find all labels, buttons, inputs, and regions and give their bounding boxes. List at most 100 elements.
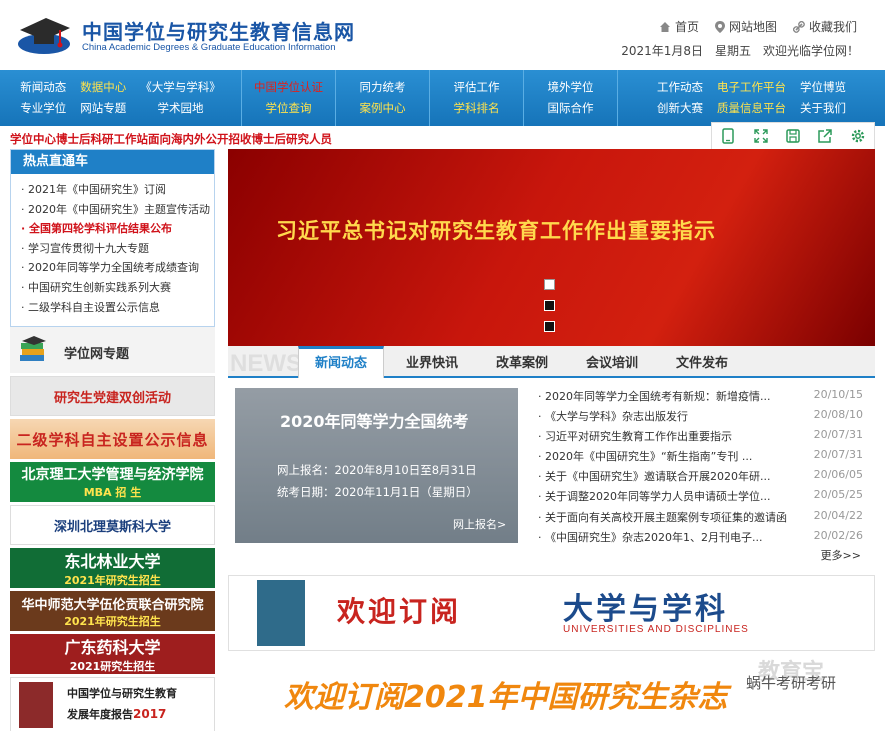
hot-item[interactable]: · 全国第四轮学科评估结果公布 (21, 219, 214, 239)
news-item[interactable]: · 《大学与学科》杂志出版发行 20/08/10 (538, 408, 863, 428)
ad-smbu-text: 深圳北理莫斯科大学 (53, 519, 171, 535)
ad-ccnu[interactable]: 华中师范大学伍伦贡联合研究院 2021年研究生招生 (10, 591, 215, 631)
ad-gdpu-text: 广东药科大学 (64, 638, 161, 657)
nav-item-3-2[interactable]: 案例中心 (360, 98, 406, 119)
mobile-icon[interactable] (719, 127, 737, 145)
nav-item-3-1[interactable]: 同力统考 (360, 77, 406, 98)
news-item-date: 20/02/26 (813, 528, 863, 542)
ad-party-building-text: 研究生党建双创活动 (53, 390, 171, 406)
ad-gdpu-sub: 2021研究生招生 (69, 660, 156, 673)
hot-item[interactable]: · 学习宣传贯彻十九大专题 (21, 239, 214, 259)
nav-item-1-6[interactable]: 学术园地 (140, 98, 221, 119)
ad-secondary-disciplines-text: 二级学科自主设置公示信息 (16, 430, 209, 449)
nav-item-6-4[interactable]: 创新大赛 (657, 98, 703, 119)
nav-item-1-1[interactable]: 新闻动态 (20, 77, 66, 98)
ad-smbu[interactable]: 深圳北理莫斯科大学 (10, 505, 215, 545)
news-item-title[interactable]: · 关于面向有关高校开展主题案例专项征集的邀请函 (538, 509, 800, 529)
site-header: 中国学位与研究生教育信息网 China Academic Degrees & G… (0, 0, 885, 70)
banner-dot-2[interactable] (544, 300, 555, 311)
news-ticker[interactable]: 学位中心博士后科研工作站面向海内外公开招收博士后研究人员 (10, 131, 332, 147)
report-text: 中国学位与研究生教育 发展年度报告2017 (67, 684, 177, 725)
subscription-banner[interactable]: 欢迎订阅2021年中国研究生杂志 教育宝 蜗牛考研考研 (228, 656, 875, 731)
link-icon (792, 20, 805, 33)
news-item[interactable]: · 《中国研究生》杂志2020年1、2月刊电子... 20/02/26 (538, 529, 863, 549)
hot-item[interactable]: · 2020年同等学力全国统考成绩查询 (21, 258, 214, 278)
news-item-title[interactable]: · 《中国研究生》杂志2020年1、2月刊电子... (538, 529, 800, 549)
topics-header: 学位网专题 (10, 327, 215, 373)
report-cover (19, 681, 53, 728)
ad-secondary-disciplines[interactable]: 二级学科自主设置公示信息 (10, 419, 215, 459)
bookmark-link[interactable]: 收藏我们 (792, 18, 857, 35)
news-item-title[interactable]: · 《大学与学科》杂志出版发行 (538, 408, 800, 428)
nav-item-1-2[interactable]: 数据中心 (80, 77, 126, 98)
fullscreen-icon[interactable] (752, 127, 770, 145)
nav-item-5-2[interactable]: 国际合作 (548, 98, 594, 119)
ad-annual-report[interactable]: 中国学位与研究生教育 发展年度报告2017 (10, 677, 215, 731)
share-icon[interactable] (816, 127, 834, 145)
news-item[interactable]: · 关于调整2020年同等学力人员申请硕士学位... 20/05/25 (538, 488, 863, 508)
subscription-text: 欢迎订阅2021年中国研究生杂志 (284, 680, 728, 715)
tab-reform[interactable]: 改革案例 (496, 352, 548, 371)
news-item-title[interactable]: · 2020年《中国研究生》“新生指南”专刊 ... (538, 448, 800, 468)
ad-party-building[interactable]: 研究生党建双创活动 (10, 376, 215, 416)
nav-group-4: 评估工作 学科排名 (430, 70, 524, 126)
more-link[interactable]: 更多>> (821, 547, 861, 563)
hot-item[interactable]: · 中国研究生创新实践系列大赛 (21, 278, 214, 298)
nav-item-5-1[interactable]: 境外学位 (548, 77, 594, 98)
nav-item-4-2[interactable]: 学科排名 (454, 98, 500, 119)
ad-nefu[interactable]: 东北林业大学 2021年研究生招生 (10, 548, 215, 588)
report-year: 2017 (133, 707, 167, 721)
site-title[interactable]: 中国学位与研究生教育信息网 (82, 16, 355, 45)
magazine-english: UNIVERSITIES AND DISCIPLINES (563, 624, 749, 635)
date-greeting: 2021年1月8日 星期五 欢迎光临学位网！ (621, 44, 859, 58)
tab-industry[interactable]: 业界快讯 (406, 352, 458, 371)
news-item[interactable]: · 习近平对研究生教育工作作出重要指示 20/07/31 (538, 428, 863, 448)
sitemap-link[interactable]: 网站地图 (714, 18, 777, 35)
save-icon[interactable] (784, 127, 802, 145)
news-item[interactable]: · 关于《中国研究生》邀请联合开展2020年研... 20/06/05 (538, 468, 863, 488)
news-item[interactable]: · 关于面向有关高校开展主题案例专项征集的邀请函 20/04/22 (538, 509, 863, 529)
settings-icon[interactable] (849, 127, 867, 145)
nav-item-6-3[interactable]: 学位博览 (800, 77, 846, 98)
ad-bit-mba-sub: MBA 招 生 (83, 486, 142, 499)
ad-bit-mba-text: 北京理工大学管理与经济学院 (21, 467, 204, 483)
hot-item[interactable]: · 2020年《中国研究生》主题宣传活动 (21, 200, 214, 220)
magazine-welcome: 欢迎订阅 (337, 595, 462, 628)
news-item-title[interactable]: · 2020年同等学力全国统考有新规：新增疫情... (538, 388, 800, 408)
hot-topics-list: · 2021年《中国研究生》订阅 · 2020年《中国研究生》主题宣传活动 · 全国… (11, 174, 214, 317)
magazine-banner[interactable]: 欢迎订阅 大学与学科 UNIVERSITIES AND DISCIPLINES (228, 575, 875, 651)
nav-item-2-1[interactable]: 中国学位认证 (254, 77, 323, 98)
nav-item-1-4[interactable]: 专业学位 (20, 98, 66, 119)
news-item-title[interactable]: · 关于《中国研究生》邀请联合开展2020年研... (538, 468, 800, 488)
feature-news-image[interactable]: 2020年同等学力全国统考 网上报名：2020年8月10日至8月31日 统考日期… (235, 388, 518, 543)
tab-documents[interactable]: 文件发布 (676, 352, 728, 371)
news-tabs: NEWS 新闻动态 业界快讯 改革案例 会议培训 文件发布 (228, 346, 875, 378)
graduation-cap-icon[interactable] (16, 14, 72, 56)
nav-item-2-2[interactable]: 学位查询 (254, 98, 323, 119)
hot-item[interactable]: · 二级学科自主设置公示信息 (21, 298, 214, 318)
nav-item-6-5[interactable]: 质量信息平台 (717, 98, 786, 119)
nav-item-1-5[interactable]: 网站专题 (80, 98, 126, 119)
hero-banner[interactable]: 习近平总书记对研究生教育工作作出重要指示 (228, 149, 875, 346)
nav-item-4-1[interactable]: 评估工作 (454, 77, 500, 98)
home-link-label: 首页 (674, 20, 699, 34)
nav-item-1-3[interactable]: 《大学与学科》 (140, 77, 221, 98)
ad-ccnu-sub: 2021年研究生招生 (64, 614, 161, 628)
nav-item-6-2[interactable]: 电子工作平台 (717, 77, 786, 98)
tab-news[interactable]: 新闻动态 (298, 346, 385, 378)
ad-gdpu[interactable]: 广东药科大学 2021研究生招生 (10, 634, 215, 674)
home-link[interactable]: 首页 (659, 18, 699, 35)
news-item-title[interactable]: · 习近平对研究生教育工作作出重要指示 (538, 428, 800, 448)
register-button[interactable]: 网上报名> (453, 516, 506, 532)
hot-item[interactable]: · 2021年《中国研究生》订阅 (21, 180, 214, 200)
tab-meetings[interactable]: 会议培训 (586, 352, 638, 371)
ad-bit-mba[interactable]: 北京理工大学管理与经济学院 MBA 招 生 (10, 462, 215, 502)
nav-item-6-6[interactable]: 关于我们 (800, 98, 846, 119)
nav-item-6-1[interactable]: 工作动态 (657, 77, 703, 98)
news-item-title[interactable]: · 关于调整2020年同等学力人员申请硕士学位... (538, 488, 800, 508)
nav-group-5: 境外学位 国际合作 (524, 70, 618, 126)
banner-dot-3[interactable] (544, 321, 555, 332)
news-item[interactable]: · 2020年《中国研究生》“新生指南”专刊 ... 20/07/31 (538, 448, 863, 468)
banner-dot-1[interactable] (544, 279, 555, 290)
news-item[interactable]: · 2020年同等学力全国统考有新规：新增疫情... 20/10/15 (538, 388, 863, 408)
